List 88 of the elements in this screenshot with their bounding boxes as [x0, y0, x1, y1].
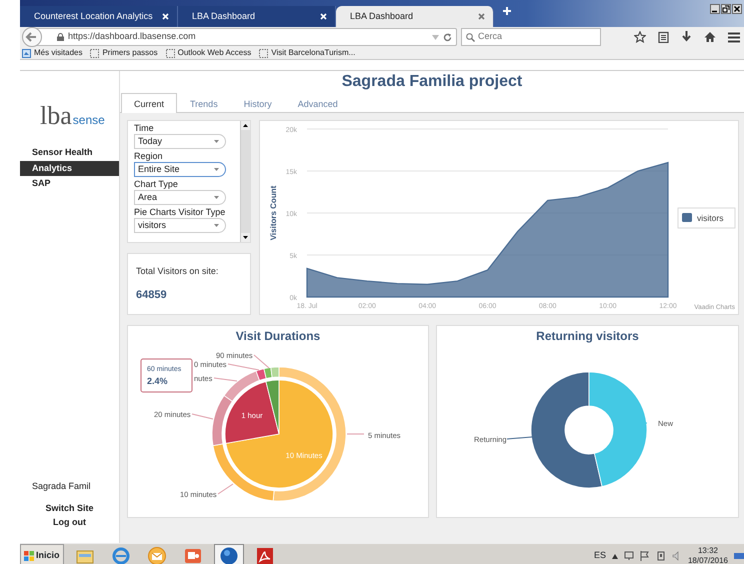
- menu-icon[interactable]: [728, 32, 740, 42]
- search-icon: [466, 32, 475, 42]
- pie-slice[interactable]: [266, 380, 280, 434]
- legend-frame: [678, 208, 736, 228]
- filter-label: Region: [134, 151, 164, 162]
- taskbar-app[interactable]: [214, 544, 244, 564]
- caret-icon: [214, 224, 219, 227]
- sidebar-link[interactable]: Log out: [53, 515, 86, 529]
- network-icon[interactable]: [624, 551, 634, 561]
- close-icon[interactable]: [732, 4, 742, 14]
- dropdown[interactable]: Entire Site: [134, 162, 226, 177]
- leader-line: [506, 436, 532, 440]
- pie-slice[interactable]: [224, 381, 280, 444]
- browser-tab[interactable]: LBA Dashboard: [178, 6, 336, 27]
- clipboard-icon[interactable]: [658, 31, 669, 43]
- tooltip-value: 2.4%: [147, 376, 168, 386]
- tab[interactable]: Advanced: [284, 93, 351, 112]
- language-indicator[interactable]: ES: [594, 549, 606, 563]
- folder-icon: [166, 48, 175, 58]
- tab[interactable]: Current: [121, 93, 178, 113]
- flag-icon[interactable]: [640, 551, 650, 561]
- restore-icon[interactable]: [721, 4, 731, 14]
- leader-line: [218, 484, 234, 494]
- slides-icon: [182, 546, 203, 564]
- filter-label: Pie Charts Visitor Type: [134, 207, 226, 218]
- bookmark-link[interactable]: Més visitades: [34, 47, 82, 59]
- sidebar-item[interactable]: Sensor Health: [20, 145, 119, 160]
- dropdown[interactable]: visitors: [134, 218, 226, 233]
- pdf-icon: [254, 546, 275, 564]
- caret-icon: [214, 140, 219, 143]
- bookmark-link[interactable]: Visit BarcelonaTurism...: [271, 47, 356, 59]
- leader-line: [192, 414, 214, 420]
- total-label: Total Visitors on site:: [136, 265, 220, 278]
- caret-icon: [214, 196, 219, 199]
- minimize-icon[interactable]: [710, 4, 720, 14]
- dropdown[interactable]: Today: [134, 134, 226, 149]
- bookmark-icon: [22, 48, 31, 58]
- home-icon[interactable]: [704, 31, 716, 43]
- ring-segment[interactable]: [256, 368, 267, 381]
- plus-icon[interactable]: [502, 6, 512, 16]
- caret-icon: [214, 168, 219, 171]
- axis-title: Visitors Count: [269, 186, 278, 240]
- folder-icon: [90, 48, 100, 58]
- leader-line: [214, 378, 238, 382]
- ring-segment[interactable]: [212, 395, 233, 446]
- device-icon[interactable]: [656, 551, 666, 561]
- star-icon[interactable]: [634, 31, 646, 43]
- filter-label: Chart Type: [134, 179, 179, 190]
- search-field[interactable]: Cerca: [461, 28, 601, 46]
- download-icon[interactable]: [681, 31, 692, 43]
- donut-slice[interactable]: [588, 372, 648, 487]
- bookmark-link[interactable]: Primers passos: [102, 47, 158, 59]
- logo: lbasense: [39, 100, 106, 129]
- bookmark-link[interactable]: Outlook Web Access: [178, 47, 252, 59]
- chart-title: Visit Durations: [234, 328, 322, 345]
- tab[interactable]: Trends: [177, 93, 231, 112]
- browser-tab[interactable]: LBA Dashboard: [336, 6, 494, 27]
- legend-label[interactable]: visitors: [697, 213, 724, 223]
- start-button[interactable]: Inicio: [20, 544, 64, 564]
- sidebar-item[interactable]: Analytics: [20, 160, 119, 176]
- pie-slice[interactable]: [225, 380, 334, 488]
- donut-slice[interactable]: [530, 372, 602, 488]
- mail-icon: [146, 546, 167, 564]
- globe-icon: [218, 546, 239, 564]
- caret-up-icon[interactable]: [612, 554, 618, 558]
- sidebar-item[interactable]: SAP: [20, 176, 119, 192]
- tab[interactable]: History: [230, 93, 285, 112]
- lock-icon: [57, 33, 64, 41]
- browser-tab[interactable]: Counterest Location Analytics: [20, 6, 178, 27]
- windows-logo-icon: [24, 551, 34, 561]
- reload-icon[interactable]: [443, 32, 452, 42]
- browser-icon: [110, 546, 131, 564]
- sidebar-link[interactable]: Switch Site: [45, 501, 94, 515]
- clock[interactable]: 13:32 18/07/2016: [688, 546, 728, 564]
- ring-segment[interactable]: [224, 370, 260, 402]
- back-icon[interactable]: [22, 27, 42, 47]
- ring-segment[interactable]: [272, 366, 346, 502]
- dropdown[interactable]: Area: [134, 190, 226, 205]
- scroll-up-icon[interactable]: [241, 121, 250, 130]
- page-title: Sagrada Familia project: [340, 72, 524, 92]
- show-desktop-icon[interactable]: [734, 551, 744, 561]
- filter-label: Time: [134, 123, 155, 134]
- tooltip: [140, 358, 192, 392]
- site-name: Sagrada Famil: [31, 480, 92, 493]
- chart-title: Returning visitors: [535, 328, 640, 345]
- scroll-down-icon[interactable]: [241, 233, 250, 242]
- folder-icon: [259, 48, 268, 58]
- total-value: 64859: [136, 288, 168, 302]
